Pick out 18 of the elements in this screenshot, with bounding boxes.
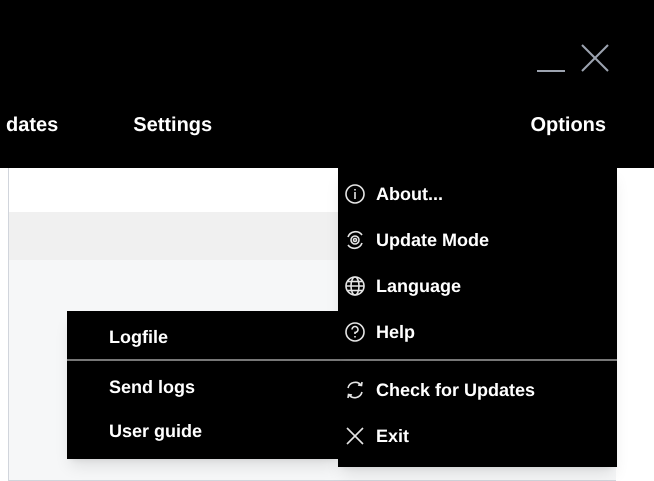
menu-entry[interactable]: Help [338, 309, 617, 355]
info-icon [344, 183, 366, 205]
close-icon [344, 425, 366, 447]
close-icon[interactable] [580, 43, 610, 73]
help-icon [344, 321, 366, 343]
menu-entry[interactable]: Update Mode [338, 217, 617, 263]
menu-entry[interactable]: About... [338, 171, 617, 217]
menu-entry[interactable]: Send logs [67, 365, 340, 409]
menu-item[interactable]: Settings [133, 110, 212, 140]
globe-icon [344, 275, 366, 297]
menu-entry[interactable]: User guide [67, 409, 340, 453]
menu-entry[interactable]: Check for Updates [338, 367, 617, 413]
refresh-icon [344, 379, 366, 401]
menu-entry[interactable]: Logfile [67, 315, 340, 359]
menu-item[interactable]: Options [530, 110, 606, 140]
menu-entry[interactable]: Exit [338, 413, 617, 459]
menu-entry[interactable]: Language [338, 263, 617, 309]
menu-item[interactable]: dates [6, 110, 58, 140]
